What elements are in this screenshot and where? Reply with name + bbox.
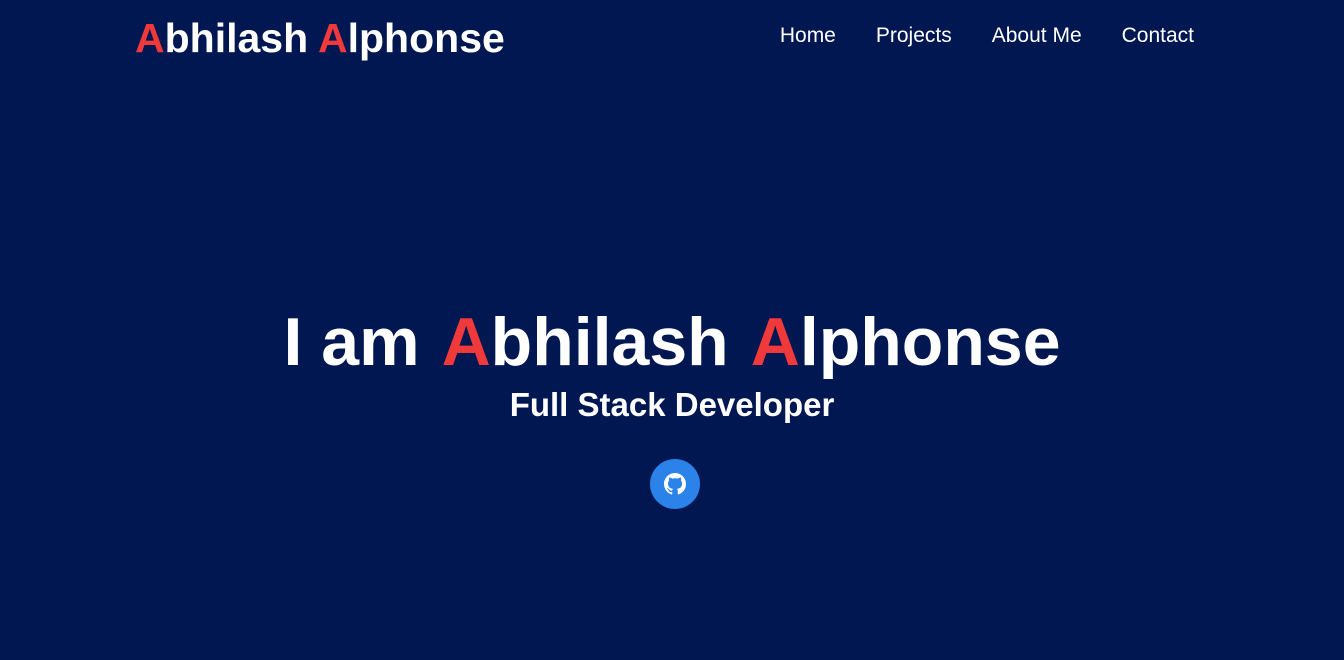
hero-first-rest: bhilash — [490, 304, 729, 380]
hero-subtitle: Full Stack Developer — [509, 386, 835, 423]
nav-contact[interactable]: Contact — [1122, 22, 1194, 50]
page: Abhilash Alphonse Home Projects About Me… — [0, 0, 1344, 660]
brand-logo[interactable]: Abhilash Alphonse — [135, 12, 505, 64]
hero-prefix: I am — [283, 304, 420, 380]
hero-last-initial: A — [750, 304, 800, 380]
brand-last-rest: lphonse — [347, 15, 505, 61]
nav-home[interactable]: Home — [780, 22, 836, 50]
hero-title: I am Abhilash Alphonse — [0, 300, 1344, 384]
nav-about-me[interactable]: About Me — [992, 22, 1082, 50]
hero-section: I am Abhilash Alphonse Full Stack Develope… — [0, 300, 1344, 426]
hero-last-rest: lphonse — [799, 304, 1061, 380]
hero-first-initial: A — [441, 304, 491, 380]
github-icon — [664, 473, 686, 495]
brand-first-initial: A — [135, 15, 165, 61]
brand-first-rest: bhilash — [164, 15, 309, 61]
nav-projects[interactable]: Projects — [876, 22, 952, 50]
main-nav: Home Projects About Me Contact — [780, 22, 1194, 50]
brand-last-initial: A — [318, 15, 348, 61]
github-button[interactable] — [650, 459, 700, 509]
